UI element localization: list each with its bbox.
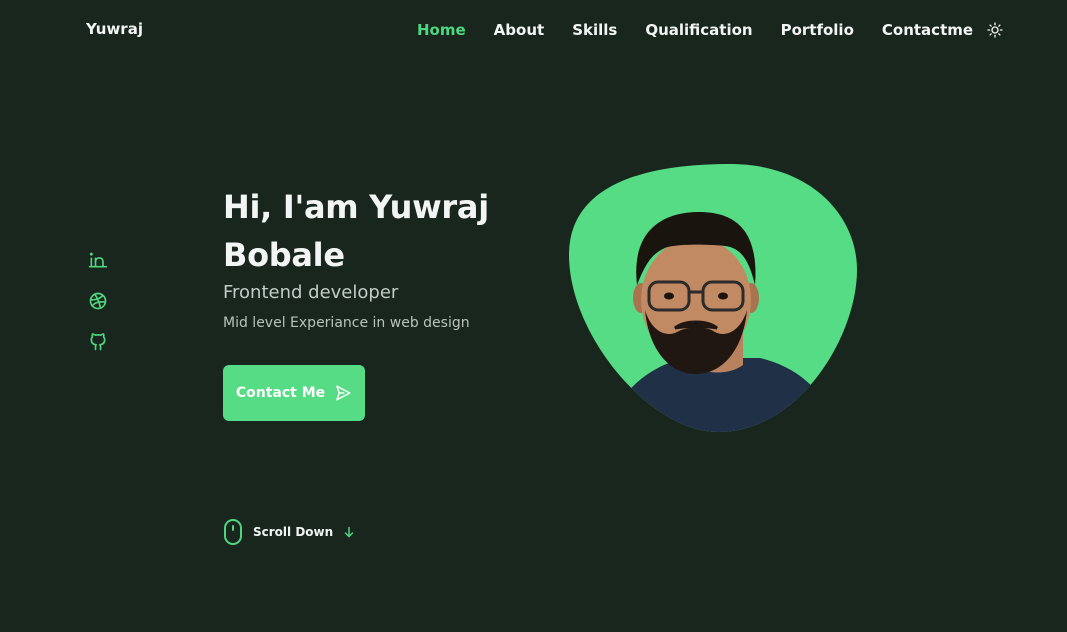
contact-me-label: Contact Me [235, 385, 326, 401]
logo[interactable]: Yuwraj [86, 20, 143, 38]
theme-toggle-button[interactable] [985, 20, 1005, 40]
main-nav: Home About Skills Qualification Portfoli… [417, 20, 1005, 40]
linkedin-icon [88, 252, 108, 268]
scroll-down-button[interactable]: Scroll Down [223, 518, 355, 546]
profile-blob [569, 164, 857, 432]
mouse-icon [224, 519, 242, 545]
nav-contactme[interactable]: Contactme [882, 20, 973, 40]
dribbble-icon [89, 292, 107, 310]
hero-title-line2: Bobale [223, 236, 345, 274]
contact-me-button[interactable]: Contact Me [223, 365, 365, 421]
nav-skills[interactable]: Skills [572, 20, 617, 40]
sun-icon [987, 22, 1003, 38]
hero-title-line1: Hi, I'am Yuwraj [223, 188, 489, 226]
scroll-down-label: Scroll Down [253, 525, 334, 539]
dribbble-link[interactable] [88, 291, 108, 311]
send-icon [336, 385, 351, 401]
nav-about[interactable]: About [494, 20, 545, 40]
nav-portfolio[interactable]: Portfolio [781, 20, 854, 40]
hero-description: Mid level Experiance in web design [223, 315, 470, 331]
hero-section: Hi, I'am Yuwraj Bobale Frontend develope… [223, 183, 553, 333]
github-link[interactable] [88, 332, 108, 352]
arrow-down-icon [344, 526, 354, 538]
nav-home[interactable]: Home [417, 20, 466, 40]
hero-title: Hi, I'am Yuwraj Bobale [223, 183, 553, 279]
github-icon [90, 333, 106, 351]
site-header: Yuwraj Home About Skills Qualification P… [0, 0, 1067, 60]
profile-image [565, 160, 860, 435]
hero-subtitle: Frontend developer [223, 282, 399, 303]
nav-qualification[interactable]: Qualification [645, 20, 752, 40]
social-links [88, 250, 110, 373]
linkedin-link[interactable] [88, 250, 108, 270]
